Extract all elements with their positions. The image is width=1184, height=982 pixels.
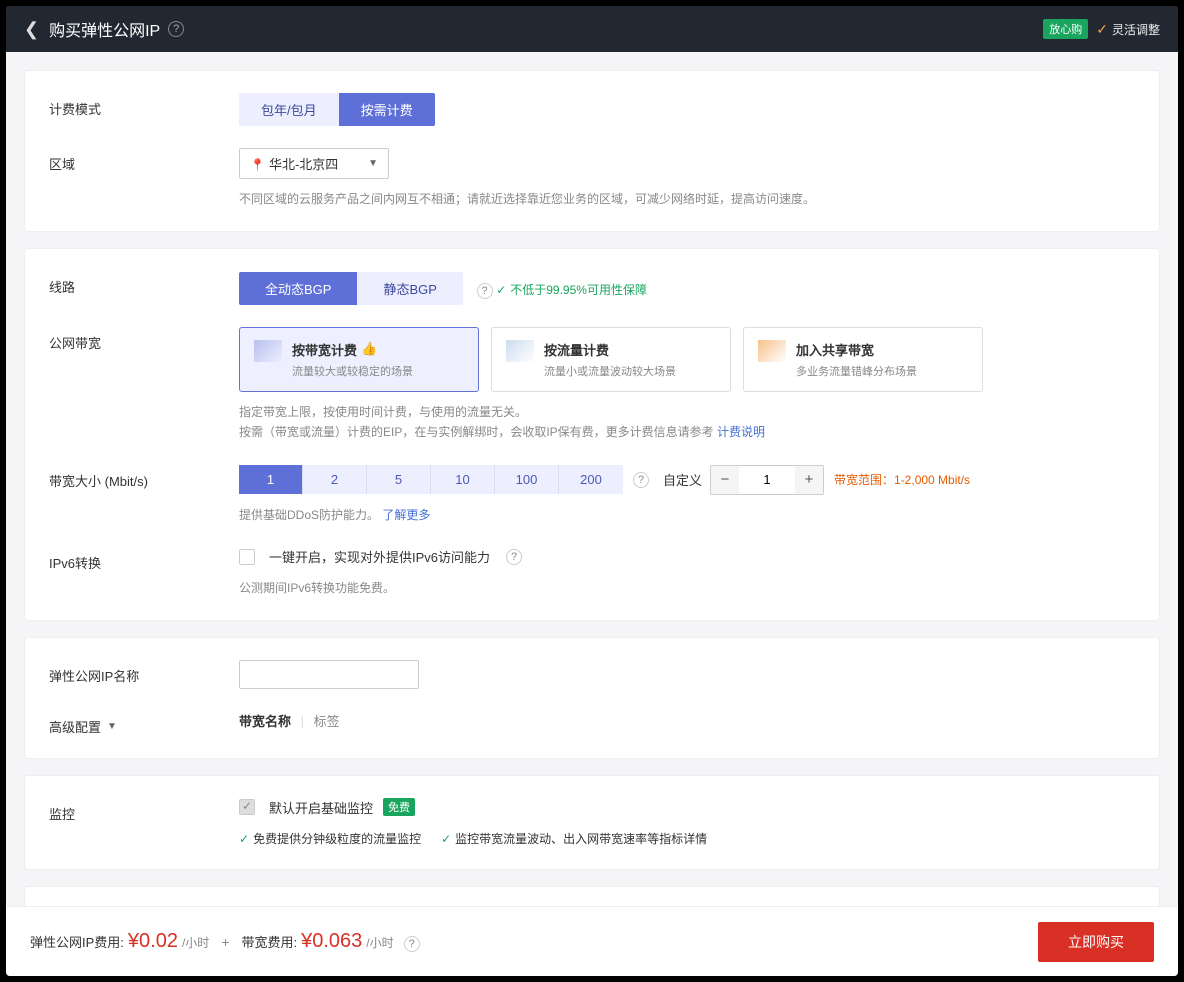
page-title: 购买弹性公网IP <box>49 17 160 41</box>
help-icon[interactable]: ? <box>506 549 522 565</box>
ipv6-label: IPv6转换 <box>49 547 239 572</box>
billing-doc-link[interactable]: 计费说明 <box>717 425 765 439</box>
footer-bar: 弹性公网IP费用: ¥0.02/小时 + 带宽费用: ¥0.063/小时 ? 立… <box>6 906 1178 976</box>
help-icon[interactable]: ? <box>404 936 420 952</box>
monitor-checkbox[interactable] <box>239 799 255 815</box>
back-icon[interactable]: ❮ <box>24 19 39 40</box>
eip-name-input[interactable] <box>239 660 419 689</box>
bandwidth-card-by-traffic[interactable]: 按流量计费 流量小或流量波动较大场景 <box>491 327 731 392</box>
ipv6-text: 一键开启，实现对外提供IPv6访问能力 <box>269 547 490 566</box>
stepper-plus[interactable]: + <box>795 466 823 494</box>
bw-opt-5[interactable]: 5 <box>367 465 431 494</box>
bandwidth-card-by-bw[interactable]: 按带宽计费 👍 流量较大或较稳定的场景 <box>239 327 479 392</box>
bw-opt-100[interactable]: 100 <box>495 465 559 494</box>
line-static[interactable]: 静态BGP <box>357 272 462 305</box>
eip-cost-label: 弹性公网IP费用: <box>30 932 124 951</box>
help-icon[interactable]: ? <box>477 283 493 299</box>
line-sla: ✓ 不低于99.95%可用性保障 <box>496 281 647 298</box>
eip-price: ¥0.02 <box>128 930 178 953</box>
check-circle-icon: ✓ <box>441 832 451 846</box>
bw-opt-10[interactable]: 10 <box>431 465 495 494</box>
region-label: 区域 <box>49 148 239 173</box>
monitor-text: 默认开启基础监控 <box>269 798 373 817</box>
bw-cost-label: 带宽费用: <box>242 932 298 951</box>
check-icon: ✓ <box>1096 21 1108 38</box>
chart-area-icon <box>254 340 282 362</box>
bw-opt-1[interactable]: 1 <box>239 465 303 494</box>
caret-down-icon: ▼ <box>107 721 117 732</box>
thumb-up-icon: 👍 <box>361 341 377 357</box>
size-label: 带宽大小 (Mbit/s) <box>49 465 239 490</box>
billing-yearly[interactable]: 包年/包月 <box>239 93 339 126</box>
buy-button[interactable]: 立即购买 <box>1038 922 1154 962</box>
check-circle-icon: ✓ <box>239 832 249 846</box>
check-circle-icon: ✓ <box>496 283 506 297</box>
ipv6-checkbox[interactable] <box>239 549 255 565</box>
monitor-label: 监控 <box>49 798 239 823</box>
chart-line-icon <box>506 340 534 362</box>
region-hint: 不同区域的云服务产品之间内网互不相通；请就近选择靠近您业务的区域，可减少网络时延… <box>239 189 1135 209</box>
flex-adjust-link[interactable]: ✓ 灵活调整 <box>1096 21 1160 38</box>
range-hint: 带宽范围：1-2,000 Mbit/s <box>834 471 970 488</box>
bw-price: ¥0.063 <box>301 930 362 953</box>
caret-down-icon: ▼ <box>368 158 378 169</box>
line-label: 线路 <box>49 271 239 296</box>
bandwidth-card-shared[interactable]: 加入共享带宽 多业务流量错峰分布场景 <box>743 327 983 392</box>
bw-opt-200[interactable]: 200 <box>559 465 623 494</box>
region-select[interactable]: 📍华北-北京四 ▼ <box>239 148 389 179</box>
help-icon[interactable]: ? <box>168 21 184 37</box>
help-icon[interactable]: ? <box>633 472 649 488</box>
tag-label: 标签 <box>314 714 340 729</box>
bandwidth-size-buttons: 1 2 5 10 100 200 <box>239 465 623 494</box>
free-badge: 免费 <box>383 798 415 816</box>
learn-more-link[interactable]: 了解更多 <box>382 508 430 522</box>
chart-bars-icon <box>758 340 786 362</box>
pin-icon: 📍 <box>250 158 265 172</box>
custom-label: 自定义 <box>663 470 702 489</box>
reliable-badge: 放心购 <box>1043 19 1088 39</box>
page-header: ❮ 购买弹性公网IP ? 放心购 ✓ 灵活调整 <box>6 6 1178 52</box>
bandwidth-stepper: − + <box>710 465 824 495</box>
ipv6-hint: 公测期间IPv6转换功能免费。 <box>239 578 1135 598</box>
advanced-toggle[interactable]: 高级配置 ▼ <box>49 717 117 736</box>
bandwidth-input[interactable] <box>739 466 795 494</box>
stepper-minus[interactable]: − <box>711 466 739 494</box>
billing-label: 计费模式 <box>49 93 239 118</box>
line-dynamic[interactable]: 全动态BGP <box>239 272 357 305</box>
billing-ondemand[interactable]: 按需计费 <box>339 93 435 126</box>
eip-name-label: 弹性公网IP名称 <box>49 660 239 685</box>
billing-mode-segment: 包年/包月 按需计费 <box>239 93 435 126</box>
bw-opt-2[interactable]: 2 <box>303 465 367 494</box>
bw-name-label: 带宽名称 <box>239 714 291 729</box>
bandwidth-label: 公网带宽 <box>49 327 239 352</box>
line-segment: 全动态BGP 静态BGP <box>239 272 463 305</box>
